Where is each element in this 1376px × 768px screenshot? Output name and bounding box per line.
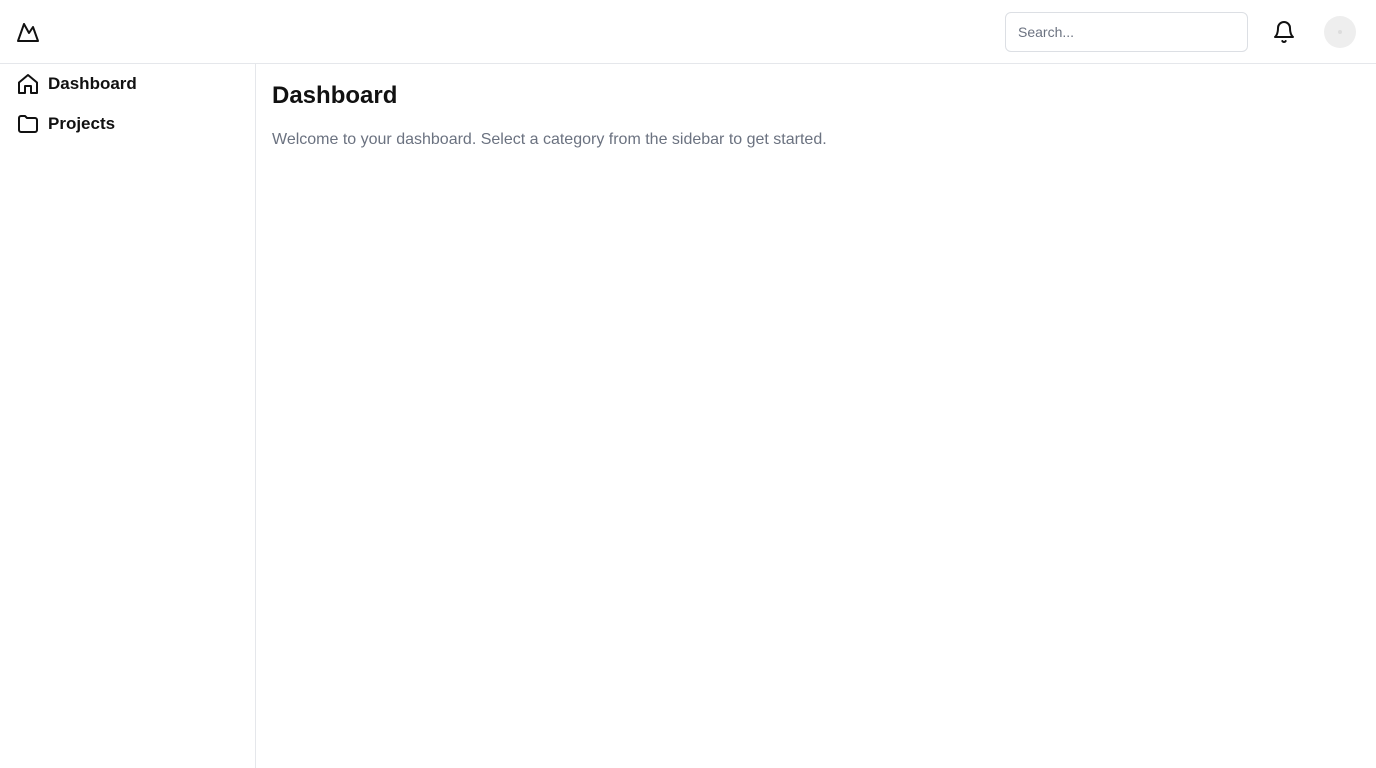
mountain-logo-icon[interactable]: [16, 20, 40, 44]
main-content: Dashboard Welcome to your dashboard. Sel…: [256, 64, 1376, 768]
sidebar-item-projects[interactable]: Projects: [16, 110, 115, 138]
page-title: Dashboard: [272, 82, 398, 109]
avatar[interactable]: [1324, 16, 1356, 48]
page-subtitle: Welcome to your dashboard. Select a cate…: [272, 131, 827, 148]
search-input[interactable]: [1005, 12, 1248, 52]
top-bar: [0, 0, 1376, 64]
notifications-button[interactable]: [1268, 16, 1300, 48]
bell-icon: [1274, 21, 1294, 43]
avatar-placeholder-icon: [1338, 30, 1342, 34]
folder-icon: [18, 115, 38, 133]
home-icon: [18, 74, 38, 94]
sidebar-item-label: Dashboard: [48, 74, 137, 93]
sidebar-item-dashboard[interactable]: Dashboard: [16, 70, 137, 98]
sidebar-item-label: Projects: [48, 114, 116, 133]
sidebar: Dashboard Projects: [0, 64, 256, 768]
